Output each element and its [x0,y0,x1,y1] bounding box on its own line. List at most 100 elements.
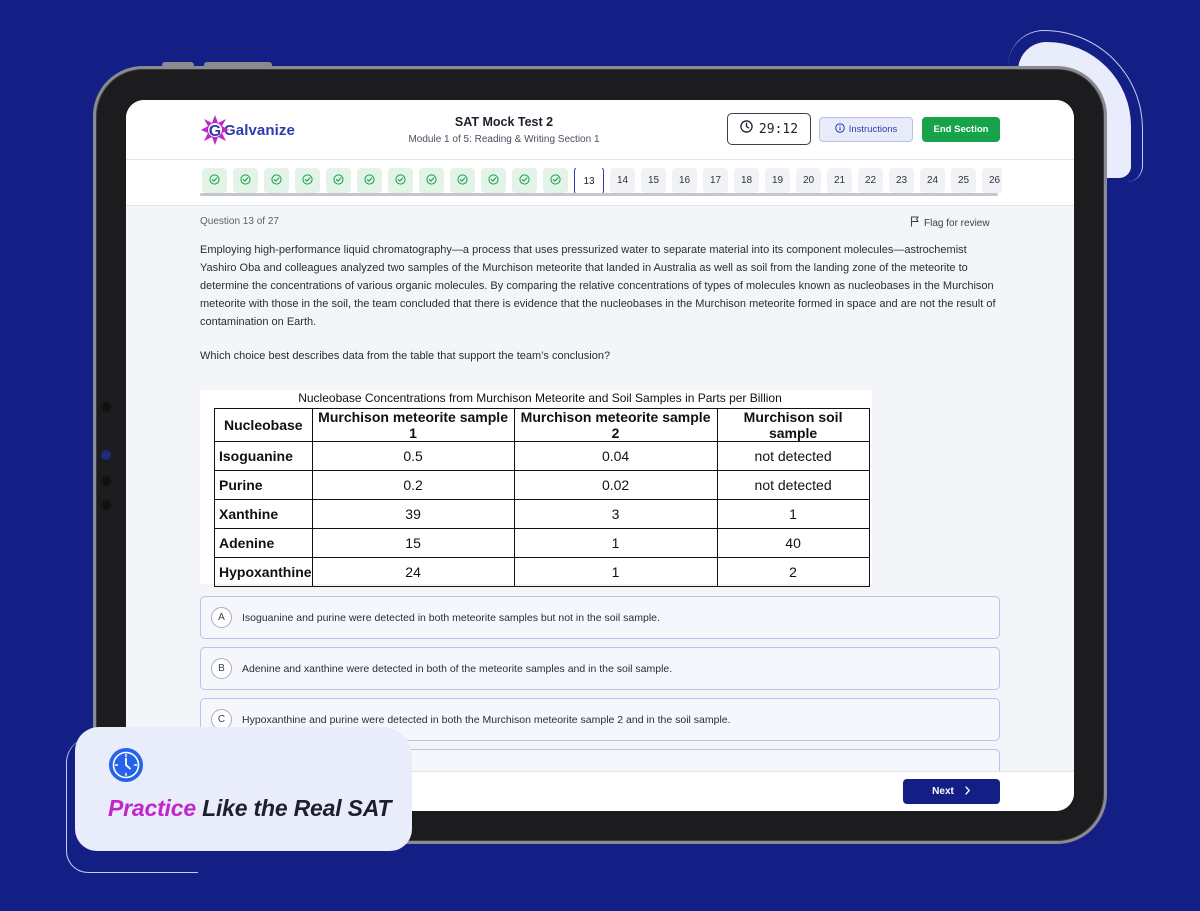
clock-icon [740,120,753,138]
question-number-completed[interactable] [388,168,413,193]
question-number-current[interactable]: 13 [574,168,604,196]
check-circle-icon [519,173,530,188]
choice-letter: B [211,658,232,679]
promo-rest: Like the Real SAT [195,795,392,821]
table-cell: Purine [214,470,313,500]
flag-icon [910,216,920,230]
table-header: Murchison meteorite sample 2 [513,408,718,442]
question-number[interactable]: 18 [734,168,759,193]
app-screen: G Galvanize SAT Mock Test 2 Module 1 of … [126,100,1074,811]
logo-starburst-icon: G [200,114,230,146]
instructions-label: Instructions [848,124,898,135]
info-icon [834,123,845,136]
question-number[interactable]: 22 [858,168,883,193]
question-number-completed[interactable] [264,168,289,193]
table-cell: 0.04 [513,441,718,471]
choice-letter: A [211,607,232,628]
clock-icon [108,747,144,788]
check-circle-icon [426,173,437,188]
answer-choice-a[interactable]: A Isoguanine and purine were detected in… [200,596,1000,639]
choice-text: Isoguanine and purine were detected in b… [242,611,660,624]
choice-text: Adenine and xanthine were detected in bo… [242,662,673,675]
question-number[interactable]: 25 [951,168,976,193]
table-cell: 0.02 [513,470,718,500]
table-cell: not detected [716,441,870,471]
logo-text: Galvanize [224,121,295,139]
nucleobase-table: Nucleobase Murchison meteorite sample 1 … [214,408,870,587]
table-cell: 3 [513,499,718,529]
answer-choice-b[interactable]: B Adenine and xanthine were detected in … [200,647,1000,690]
check-circle-icon [240,173,251,188]
progress-track [200,193,998,196]
table-cell: 2 [716,557,870,587]
instructions-button[interactable]: Instructions [819,117,913,142]
check-circle-icon [302,173,313,188]
table-cell: Hypoxanthine [214,557,313,587]
table-cell: Xanthine [214,499,313,529]
brand-logo[interactable]: G Galvanize [200,114,295,146]
question-number[interactable]: 26 [982,168,1002,193]
question-number-completed[interactable] [326,168,351,193]
table-cell: 0.5 [311,441,515,471]
table-header-row: Nucleobase Murchison meteorite sample 1 … [214,408,870,442]
question-prompt: Which choice best describes data from th… [200,350,611,362]
table-cell: 0.2 [311,470,515,500]
question-number[interactable]: 14 [610,168,635,193]
question-number[interactable]: 17 [703,168,728,193]
question-number-completed[interactable] [481,168,506,193]
check-circle-icon [488,173,499,188]
check-circle-icon [550,173,561,188]
question-number-completed[interactable] [357,168,382,193]
table-header: Nucleobase [214,408,313,442]
question-number[interactable]: 16 [672,168,697,193]
question-number[interactable]: 15 [641,168,666,193]
end-section-button[interactable]: End Section [922,117,1000,142]
countdown-timer[interactable]: 29:12 [727,113,811,145]
table-cell: 1 [716,499,870,529]
question-number[interactable]: 21 [827,168,852,193]
next-button[interactable]: Next [903,779,1000,804]
table-row: Adenine 15 1 40 [214,528,870,558]
question-number[interactable]: 23 [889,168,914,193]
flag-for-review-button[interactable]: Flag for review [910,216,990,230]
table-cell: 1 [513,557,718,587]
tablet-sensor [101,476,111,486]
timer-value: 29:12 [758,121,799,137]
question-counter: Question 13 of 27 [200,216,279,227]
table-header: Murchison meteorite sample 1 [311,408,515,442]
chevron-right-icon [964,785,971,798]
table-cell: Isoguanine [214,441,313,471]
table-cell: 1 [513,528,718,558]
check-circle-icon [395,173,406,188]
check-circle-icon [209,173,220,188]
table-row: Xanthine 39 3 1 [214,499,870,529]
question-number-completed[interactable] [543,168,568,193]
question-number-completed[interactable] [450,168,475,193]
question-number[interactable]: 20 [796,168,821,193]
promo-highlight: Practice [108,795,196,821]
question-number-completed[interactable] [295,168,320,193]
question-number-completed[interactable] [512,168,537,193]
table-cell: 39 [311,499,515,529]
question-number-completed[interactable] [419,168,444,193]
question-number[interactable]: 24 [920,168,945,193]
test-title: SAT Mock Test 2 [454,115,554,129]
flag-label: Flag for review [924,217,990,229]
question-number[interactable]: 19 [765,168,790,193]
table-header: Murchison soil sample [716,408,870,442]
table-cell: 40 [716,528,870,558]
check-circle-icon [364,173,375,188]
check-circle-icon [271,173,282,188]
check-circle-icon [333,173,344,188]
question-number-completed[interactable] [233,168,258,193]
promo-card: Practice Like the Real SAT [75,727,412,851]
module-subtitle: Module 1 of 5: Reading & Writing Section… [408,134,600,145]
choice-text: Hypoxanthine and purine were detected in… [242,713,731,726]
table-cell: Adenine [214,528,313,558]
app-header: G Galvanize SAT Mock Test 2 Module 1 of … [126,100,1074,160]
svg-text:G: G [209,123,221,140]
table-cell: 24 [311,557,515,587]
question-number-list: 13 14 15 16 17 18 19 20 21 22 23 24 25 26 [202,168,1002,196]
data-table-figure: Nucleobase Concentrations from Murchison… [200,390,872,587]
question-number-completed[interactable] [202,168,227,193]
